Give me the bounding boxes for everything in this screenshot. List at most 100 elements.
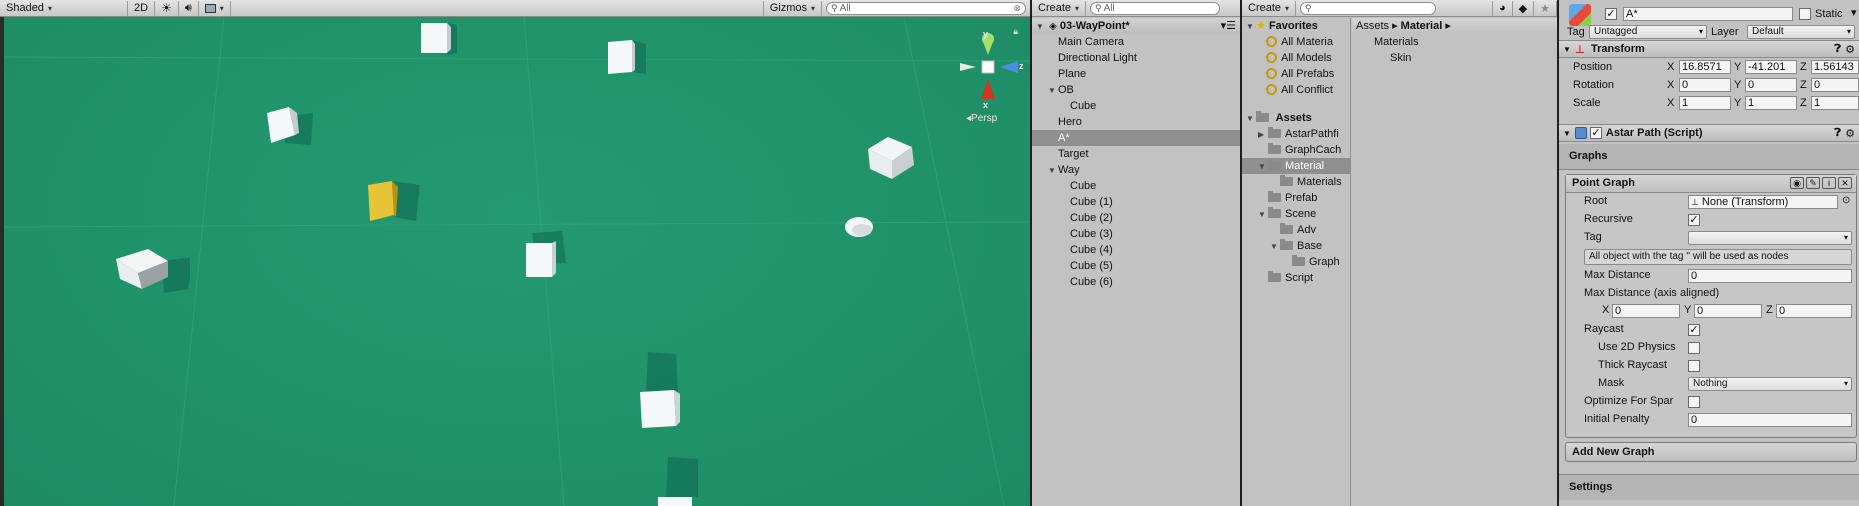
layer-dropdown[interactable]: Default	[1747, 24, 1855, 39]
add-new-graph-button[interactable]: Add New Graph	[1565, 442, 1857, 462]
scale-x-field[interactable]: 1	[1679, 95, 1731, 110]
static-dropdown-arrow[interactable]: ▾	[1851, 6, 1857, 19]
static-checkbox[interactable]	[1799, 8, 1811, 20]
hierarchy-item[interactable]: Cube	[1032, 98, 1240, 114]
hierarchy-item[interactable]: ▼ Way	[1032, 162, 1240, 178]
clear-search-icon[interactable]: ⊗	[1013, 3, 1021, 14]
position-z-field[interactable]: 1.56143	[1811, 59, 1859, 74]
cube-object[interactable]	[417, 19, 457, 59]
pencil-icon[interactable]: ✎	[1806, 177, 1820, 189]
foldout-arrow-icon[interactable]: ▼	[1258, 207, 1268, 223]
cube-object[interactable]	[862, 135, 918, 181]
optimize-checkbox[interactable]	[1688, 396, 1700, 408]
hierarchy-item[interactable]: Cube	[1032, 178, 1240, 194]
foldout-arrow-icon[interactable]: ▼	[1036, 19, 1046, 35]
scene-audio-button[interactable]: 🔊︎	[179, 0, 199, 16]
hierarchy-item[interactable]: Hero	[1032, 114, 1240, 130]
help-icon[interactable]: ❓︎	[1834, 127, 1841, 140]
scene-lighting-button[interactable]: ☀	[155, 0, 179, 16]
hierarchy-item[interactable]: Cube (4)	[1032, 242, 1240, 258]
hierarchy-item[interactable]: Directional Light	[1032, 50, 1240, 66]
breadcrumb-material[interactable]: Material	[1401, 20, 1443, 32]
orientation-gizmo[interactable]	[948, 29, 1028, 105]
position-x-field[interactable]: 16.8571	[1679, 59, 1731, 74]
hierarchy-item[interactable]: Cube (6)	[1032, 274, 1240, 290]
astar-path-header[interactable]: ▼ ✓ Astar Path (Script) ❓︎ ⚙	[1559, 124, 1859, 142]
thick-raycast-checkbox[interactable]	[1688, 360, 1700, 372]
cube-object[interactable]	[261, 103, 313, 149]
help-icon[interactable]: ❓︎	[1834, 43, 1841, 56]
yellow-cube-object[interactable]	[364, 181, 420, 229]
recursive-checkbox[interactable]: ✓	[1688, 214, 1700, 226]
tag-dropdown[interactable]	[1688, 231, 1852, 245]
asset-folder-item[interactable]: ▼ Material	[1242, 158, 1350, 174]
hierarchy-item[interactable]: Target	[1032, 146, 1240, 162]
cube-object[interactable]	[604, 38, 646, 80]
favorite-item[interactable]: All Conflict	[1242, 82, 1350, 98]
foldout-arrow-icon[interactable]: ▼	[1246, 19, 1256, 35]
asset-folder-item[interactable]: ▼ Scene	[1242, 206, 1350, 222]
project-split-divider[interactable]	[1350, 18, 1351, 506]
asset-folder-item[interactable]: ▼ Base	[1242, 238, 1350, 254]
component-enabled-checkbox[interactable]: ✓	[1589, 127, 1602, 139]
hierarchy-item[interactable]: Cube (1)	[1032, 194, 1240, 210]
asset-folder-item[interactable]: GraphCach	[1242, 142, 1350, 158]
project-content-item[interactable]: Skin	[1352, 50, 1557, 66]
scene-search-input[interactable]: ⚲ All ⊗	[826, 1, 1026, 15]
search-by-type-button[interactable]: ◕	[1492, 0, 1513, 16]
max-axis-y-field[interactable]: 0	[1694, 304, 1762, 318]
hierarchy-item[interactable]: Main Camera	[1032, 34, 1240, 50]
cube-object[interactable]	[114, 237, 190, 299]
point-graph-header[interactable]: Point Graph ◉ ✎ i ✕	[1566, 175, 1856, 193]
foldout-arrow-icon[interactable]: ▼	[1563, 129, 1571, 138]
active-checkbox[interactable]: ✓	[1605, 8, 1617, 20]
hierarchy-item[interactable]: Cube (2)	[1032, 210, 1240, 226]
foldout-arrow-icon[interactable]: ▼	[1270, 239, 1280, 255]
favorites-header[interactable]: ▼ ★ Favorites	[1242, 18, 1350, 34]
foldout-arrow-icon[interactable]: ▶	[1258, 127, 1268, 143]
breadcrumb-assets[interactable]: Assets	[1356, 20, 1389, 32]
shading-mode-dropdown[interactable]: Shaded	[0, 0, 128, 16]
rotation-x-field[interactable]: 0	[1679, 77, 1731, 92]
gizmos-dropdown[interactable]: Gizmos	[762, 0, 822, 16]
gear-icon[interactable]: ⚙	[1845, 43, 1855, 56]
hierarchy-item[interactable]: ▼ OB	[1032, 82, 1240, 98]
eye-icon[interactable]: ◉	[1790, 177, 1804, 189]
hierarchy-item[interactable]: Cube (5)	[1032, 258, 1240, 274]
settings-bar[interactable]: Settings	[1559, 474, 1859, 500]
position-y-field[interactable]: -41.201	[1745, 59, 1797, 74]
favorite-item[interactable]: All Prefabs	[1242, 66, 1350, 82]
scale-z-field[interactable]: 1	[1811, 95, 1859, 110]
rotation-z-field[interactable]: 0	[1811, 77, 1859, 92]
asset-folder-item[interactable]: Materials	[1242, 174, 1350, 190]
foldout-arrow-icon[interactable]: ▼	[1246, 111, 1256, 127]
project-search-input[interactable]: ⚲	[1300, 1, 1437, 15]
info-icon[interactable]: i	[1822, 177, 1836, 189]
use-2d-physics-checkbox[interactable]	[1688, 342, 1700, 354]
scene-effects-dropdown[interactable]	[199, 0, 231, 16]
project-content-item[interactable]: Materials	[1352, 34, 1557, 50]
hierarchy-item[interactable]: Plane	[1032, 66, 1240, 82]
cube-object[interactable]	[652, 457, 704, 506]
favorite-item[interactable]: All Materia	[1242, 34, 1350, 50]
max-distance-field[interactable]: 0	[1688, 269, 1852, 283]
scene-viewport[interactable]: 🔒︎ y z x ◂Persp	[4, 17, 1030, 506]
raycast-checkbox[interactable]: ✓	[1688, 324, 1700, 336]
asset-folder-item[interactable]: ▶ AstarPathfi	[1242, 126, 1350, 142]
transform-header[interactable]: ▼ ⊥ Transform ❓︎ ⚙	[1559, 40, 1859, 58]
asset-folder-item[interactable]: Script	[1242, 270, 1350, 286]
initial-penalty-field[interactable]: 0	[1688, 413, 1852, 427]
foldout-arrow-icon[interactable]: ▼	[1258, 159, 1268, 175]
hierarchy-item[interactable]: A*	[1032, 130, 1240, 146]
root-object-field[interactable]: ⊥ None (Transform)	[1688, 195, 1838, 209]
foldout-arrow-icon[interactable]: ▼	[1048, 83, 1058, 99]
cube-object[interactable]	[522, 231, 570, 283]
max-axis-x-field[interactable]: 0	[1612, 304, 1680, 318]
search-by-label-button[interactable]: ◆	[1513, 0, 1535, 16]
assets-header[interactable]: ▼ Assets	[1242, 110, 1350, 126]
tag-dropdown[interactable]: Untagged	[1589, 24, 1707, 39]
favorite-button[interactable]: ★	[1534, 0, 1557, 16]
hierarchy-create-button[interactable]: Create	[1032, 0, 1087, 16]
2d-toggle-button[interactable]: 2D	[128, 0, 156, 16]
cube-object[interactable]	[634, 352, 690, 438]
